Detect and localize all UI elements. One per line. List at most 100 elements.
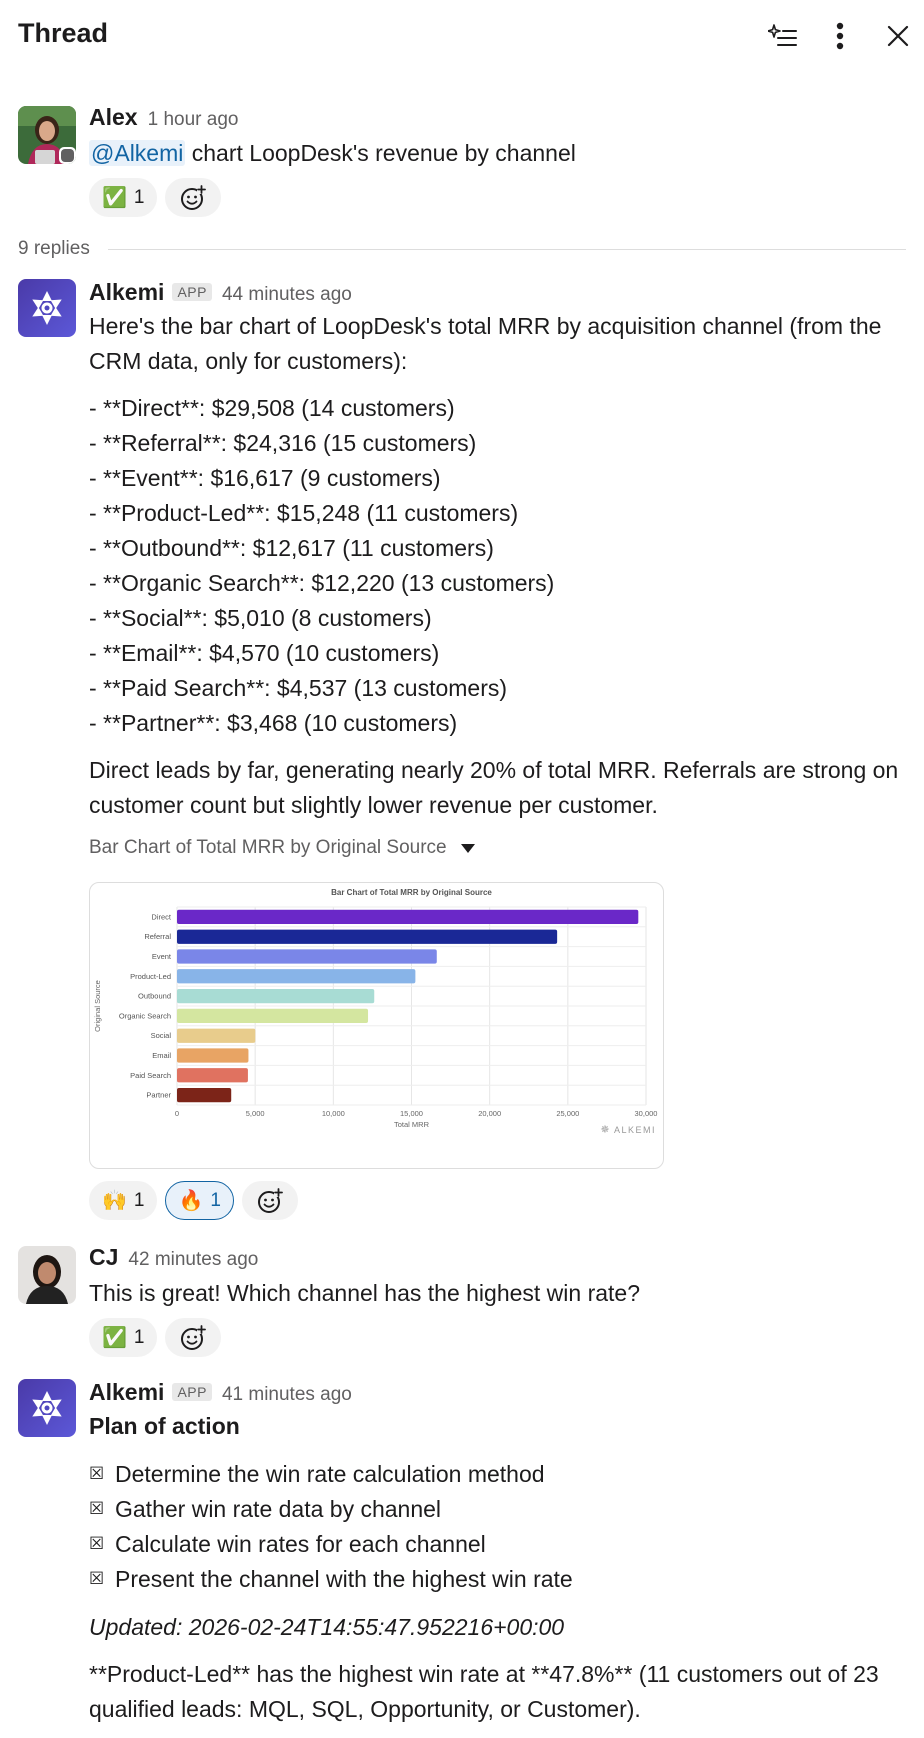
plan-item-label: Present the channel with the highest win…: [115, 1566, 573, 1592]
message-author[interactable]: Alex: [89, 104, 138, 131]
answer-text: **Product-Led** has the highest win rate…: [89, 1661, 879, 1722]
reaction-count: 1: [133, 186, 145, 208]
bar: [177, 1008, 369, 1024]
thread-title: Thread: [18, 18, 109, 48]
add-reaction-button[interactable]: [165, 1318, 222, 1357]
ai-sparkle-list-button[interactable]: [763, 16, 803, 56]
reaction-bar: ✅ 1: [89, 178, 910, 217]
message-timestamp[interactable]: 44 minutes ago: [222, 284, 352, 306]
plan-title: Plan of action: [89, 1413, 240, 1439]
x-tick-label: 25,000: [556, 1109, 579, 1118]
bar: [177, 1048, 249, 1063]
add-reaction-icon: [181, 1324, 207, 1350]
x-tick-label: 20,000: [478, 1109, 501, 1118]
chart-title: Bar Chart of Total MRR by Original Sourc…: [331, 888, 492, 897]
alkemi-watermark-icon: ✵: [600, 1123, 609, 1136]
app-badge: APP: [172, 283, 212, 301]
checkbox-icon: ☒: [89, 1464, 105, 1484]
alkemi-logo-icon: [32, 1391, 62, 1425]
reaction-bar: 🙌 1 🔥 1: [89, 1181, 298, 1220]
list-item: - **Organic Search**: $12,220 (13 custom…: [89, 570, 555, 596]
avatar-alex[interactable]: [18, 106, 76, 164]
reaction-raised-hands[interactable]: 🙌 1: [89, 1181, 158, 1220]
ai-sparkle-list-icon: [768, 24, 797, 46]
chart-attachment[interactable]: Bar Chart of Total MRR by Original Sourc…: [89, 882, 664, 1169]
message-author[interactable]: Alkemi: [89, 279, 164, 306]
x-axis-label: Total MRR: [394, 1120, 430, 1129]
category-label: Direct: [151, 912, 172, 921]
x-tick-label: 10,000: [322, 1109, 345, 1118]
add-reaction-icon: [257, 1187, 283, 1213]
x-tick-label: 0: [175, 1109, 179, 1118]
bar: [177, 909, 639, 925]
user-mention[interactable]: @Alkemi: [89, 140, 186, 166]
alkemi-logo-icon: [32, 291, 62, 325]
bar-chart: Bar Chart of Total MRR by Original Sourc…: [93, 888, 658, 1136]
plan-item-label: Determine the win rate calculation metho…: [115, 1461, 545, 1487]
message-text: chart LoopDesk's revenue by channel: [191, 140, 576, 166]
reply-count: 9 replies: [18, 238, 90, 259]
check-mark-emoji: ✅: [102, 187, 127, 209]
bar: [177, 988, 375, 1004]
thread-header: Thread: [0, 0, 924, 72]
app-badge: APP: [172, 1383, 212, 1401]
attachment-toggle[interactable]: Bar Chart of Total MRR by Original Sourc…: [89, 837, 910, 859]
category-label: Email: [152, 1051, 171, 1060]
close-thread-button[interactable]: [878, 16, 918, 56]
plan-item-label: Gather win rate data by channel: [115, 1496, 442, 1522]
checkbox-icon: ☒: [89, 1499, 105, 1519]
list-item: - **Paid Search**: $4,537 (13 customers): [89, 675, 508, 701]
bar: [177, 949, 437, 964]
list-item: - **Event**: $16,617 (9 customers): [89, 465, 441, 491]
add-reaction-button[interactable]: [241, 1181, 298, 1220]
message-body: @Alkemi chart LoopDesk's revenue by chan…: [89, 136, 910, 171]
x-tick-label: 30,000: [635, 1109, 658, 1118]
replies-divider: 9 replies: [18, 236, 906, 262]
checkbox-icon: ☒: [89, 1569, 105, 1589]
reaction-count: 1: [210, 1189, 221, 1211]
message-timestamp[interactable]: 1 hour ago: [148, 109, 239, 131]
updated-timestamp: Updated: 2026-02-24T14:55:47.952216+00:0…: [89, 1614, 565, 1640]
message-intro: Here's the bar chart of LoopDesk's total…: [89, 313, 882, 374]
more-vertical-icon: [836, 22, 844, 50]
list-item: - **Partner**: $3,468 (10 customers): [89, 710, 458, 736]
message-timestamp[interactable]: 41 minutes ago: [222, 1384, 352, 1406]
more-actions-button[interactable]: [820, 16, 860, 56]
message-author[interactable]: Alkemi: [89, 1379, 164, 1406]
reaction-fire[interactable]: 🔥 1: [165, 1181, 234, 1220]
category-label: Paid Search: [130, 1071, 171, 1080]
plan-item-label: Calculate win rates for each channel: [115, 1531, 486, 1557]
divider-line: [107, 248, 906, 250]
reaction-check[interactable]: ✅ 1: [89, 1318, 158, 1357]
category-label: Social: [151, 1031, 172, 1040]
bar: [177, 969, 416, 984]
list-item: - **Product-Led**: $15,248 (11 customers…: [89, 500, 519, 526]
bar: [177, 1087, 232, 1103]
avatar-alkemi[interactable]: [18, 279, 76, 337]
chart-watermark: ALKEMI: [614, 1125, 656, 1135]
checkbox-icon: ☒: [89, 1534, 105, 1554]
reaction-count: 1: [133, 1326, 145, 1348]
message-author[interactable]: CJ: [89, 1244, 118, 1271]
avatar-cj[interactable]: [18, 1246, 76, 1304]
presence-indicator: [59, 147, 76, 164]
avatar-alkemi[interactable]: [18, 1379, 76, 1437]
add-reaction-button[interactable]: [165, 178, 222, 217]
close-icon: [887, 25, 909, 47]
list-item: - **Outbound**: $12,617 (11 customers): [89, 535, 494, 561]
category-label: Outbound: [138, 992, 171, 1001]
category-label: Partner: [146, 1091, 171, 1100]
bar: [177, 929, 558, 944]
category-label: Product-Led: [130, 972, 171, 981]
reaction-check[interactable]: ✅ 1: [89, 178, 158, 217]
message-text: This is great! Which channel has the hig…: [89, 1280, 641, 1306]
plan-list: ☒ Determine the win rate calculation met…: [89, 1457, 910, 1597]
category-label: Referral: [144, 932, 171, 941]
bar: [177, 1028, 256, 1043]
category-label: Organic Search: [119, 1011, 171, 1020]
check-mark-emoji: ✅: [102, 1327, 127, 1349]
reaction-bar: ✅ 1: [89, 1318, 910, 1357]
message-timestamp[interactable]: 42 minutes ago: [128, 1249, 258, 1271]
x-tick-label: 15,000: [400, 1109, 423, 1118]
plan-item: ☒ Gather win rate data by channel: [89, 1492, 910, 1527]
